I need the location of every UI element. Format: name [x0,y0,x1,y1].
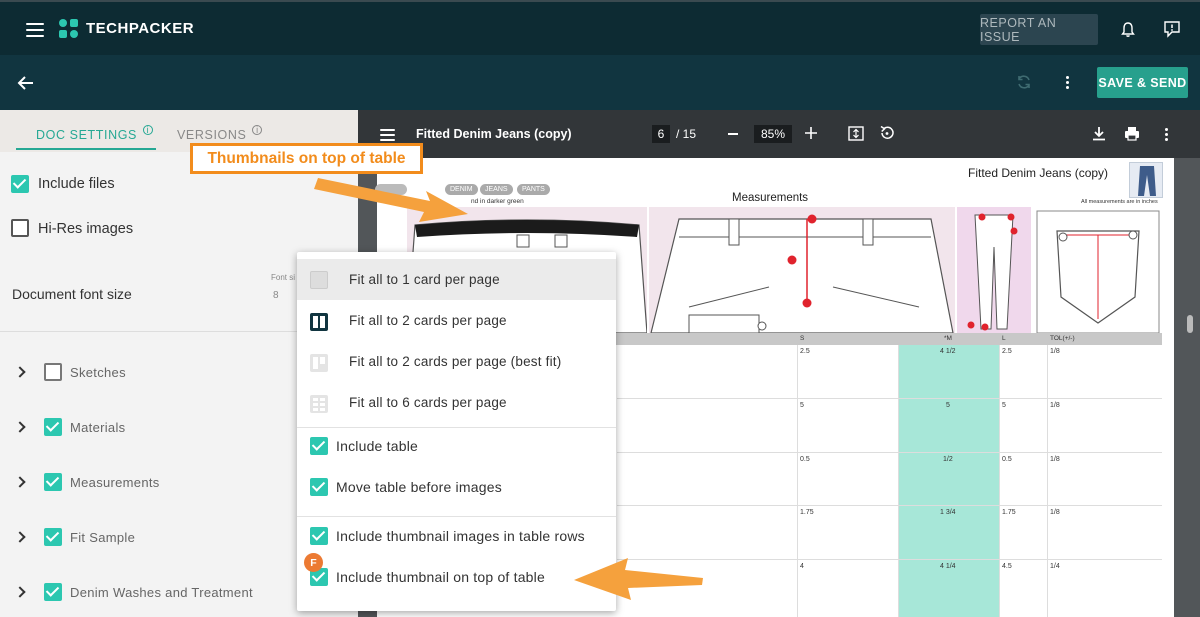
annotation-callout: Thumbnails on top of table [190,143,423,174]
annotation-arrows [314,178,703,600]
arrow-to-option-icon [574,558,703,600]
annotation-badge: F [304,553,323,572]
arrow-to-thumbnails-icon [314,178,468,222]
